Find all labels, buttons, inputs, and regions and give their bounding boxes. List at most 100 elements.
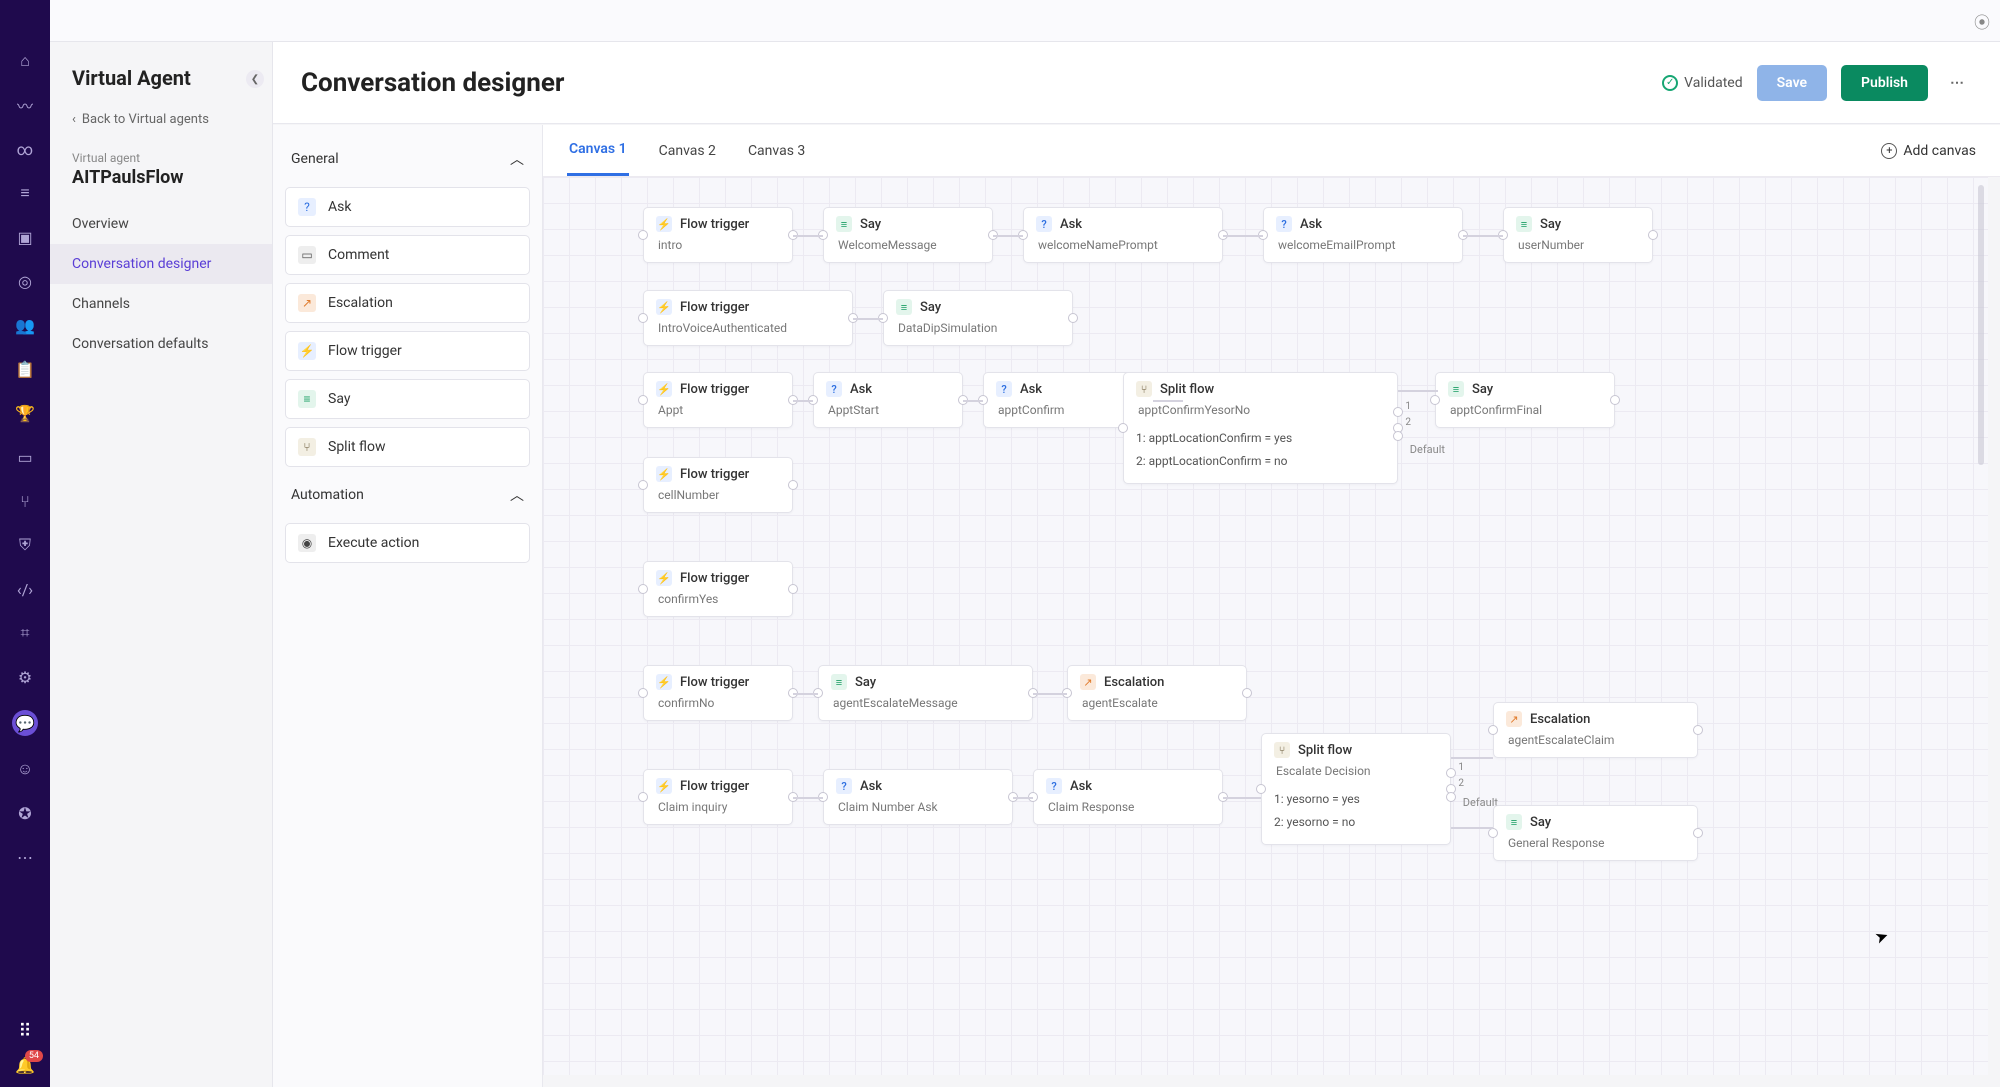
- node-say-welcomemessage[interactable]: ≡ Say WelcomeMessage: [823, 207, 993, 263]
- port-in[interactable]: [1488, 725, 1498, 735]
- tab-canvas-3[interactable]: Canvas 3: [746, 127, 807, 175]
- palette-item-say[interactable]: ≡Say: [285, 379, 530, 419]
- port-in[interactable]: [638, 313, 648, 323]
- node-trigger-claim-inquiry[interactable]: ⚡ Flow trigger Claim inquiry: [643, 769, 793, 825]
- port-in[interactable]: [638, 395, 648, 405]
- port-out[interactable]: [1068, 313, 1078, 323]
- notifications-icon[interactable]: 🔔54: [15, 1056, 35, 1075]
- clipboard-icon[interactable]: 📋: [14, 358, 36, 380]
- publish-button[interactable]: Publish: [1841, 65, 1928, 101]
- node-title: Say: [1530, 815, 1551, 830]
- port-in[interactable]: [638, 792, 648, 802]
- tab-canvas-1[interactable]: Canvas 1: [567, 125, 629, 176]
- ask-icon: ?: [1036, 216, 1052, 232]
- palette-item-execute-action[interactable]: ◉Execute action: [285, 523, 530, 563]
- collapse-sidebar-icon[interactable]: ❮: [246, 70, 264, 88]
- node-subtitle: apptConfirm: [996, 403, 1140, 417]
- port-out-1[interactable]: [1446, 768, 1456, 778]
- bot-icon[interactable]: ☺: [14, 758, 36, 780]
- canvas[interactable]: ⚡ Flow trigger intro ≡ Say WelcomeMessag…: [543, 177, 1988, 1075]
- node-split-escalate-decision[interactable]: ⑂ Split flow Escalate Decision 1: yesorn…: [1261, 733, 1451, 845]
- port-in[interactable]: [638, 230, 648, 240]
- node-trigger-appt[interactable]: ⚡ Flow trigger Appt: [643, 372, 793, 428]
- add-canvas-button[interactable]: + Add canvas: [1881, 143, 1976, 159]
- node-header: ? Ask: [1046, 778, 1210, 794]
- port-out[interactable]: [1693, 828, 1703, 838]
- node-title: Flow trigger: [680, 300, 749, 315]
- node-ask-welcomeemailprompt[interactable]: ? Ask welcomeEmailPrompt: [1263, 207, 1463, 263]
- palette-item-comment[interactable]: ▭Comment: [285, 235, 530, 275]
- canvas-scrollbar[interactable]: [1978, 185, 1984, 465]
- palette-item-split-flow[interactable]: ⑂Split flow: [285, 427, 530, 467]
- people-icon[interactable]: 👥: [14, 314, 36, 336]
- port-in[interactable]: [1118, 423, 1128, 433]
- node-esc-agentescalateclaim[interactable]: ↗ Escalation agentEscalateClaim: [1493, 702, 1698, 758]
- sidebar-item-channels[interactable]: Channels: [50, 284, 272, 324]
- save-button[interactable]: Save: [1757, 65, 1827, 101]
- port-in[interactable]: [1430, 395, 1440, 405]
- sidebar-item-conversation-designer[interactable]: Conversation designer: [50, 244, 272, 284]
- fork-icon[interactable]: ⑂: [14, 490, 36, 512]
- node-say-datadipsimulation[interactable]: ≡ Say DataDipSimulation: [883, 290, 1073, 346]
- node-say-usernumber[interactable]: ≡ Say userNumber: [1503, 207, 1653, 263]
- port-out-2[interactable]: [1446, 792, 1456, 802]
- port-in[interactable]: [638, 480, 648, 490]
- node-ask-claim-number-ask[interactable]: ? Ask Claim Number Ask: [823, 769, 1013, 825]
- sidebar-item-overview[interactable]: Overview: [50, 204, 272, 244]
- port-out[interactable]: [1648, 230, 1658, 240]
- node-split-apptconfirmyesorno[interactable]: ⑂ Split flow apptConfirmYesorNo 1: apptL…: [1123, 372, 1398, 484]
- palette-group-general[interactable]: General︿: [285, 139, 530, 179]
- compass-icon[interactable]: ✪: [14, 802, 36, 824]
- port-out[interactable]: [1610, 395, 1620, 405]
- node-say-general-response[interactable]: ≡ Say General Response: [1493, 805, 1698, 861]
- node-trigger-introvoiceauthenticated[interactable]: ⚡ Flow trigger IntroVoiceAuthenticated: [643, 290, 853, 346]
- node-say-apptconfirmfinal[interactable]: ≡ Say apptConfirmFinal: [1435, 372, 1615, 428]
- bars-icon[interactable]: ≡: [14, 182, 36, 204]
- node-trigger-cellnumber[interactable]: ⚡ Flow trigger cellNumber: [643, 457, 793, 513]
- apps-grid-icon[interactable]: ⠿: [18, 1021, 31, 1042]
- trophy-icon[interactable]: 🏆: [14, 402, 36, 424]
- port-out-1[interactable]: [1393, 407, 1403, 417]
- node-subtitle: IntroVoiceAuthenticated: [656, 321, 840, 335]
- link-icon[interactable]: ∞: [14, 138, 36, 160]
- port-out[interactable]: [1242, 688, 1252, 698]
- shield-icon[interactable]: ⛨: [14, 534, 36, 556]
- node-trigger-confirmyes[interactable]: ⚡ Flow trigger confirmYes: [643, 561, 793, 617]
- sidebar-item-conversation-defaults[interactable]: Conversation defaults: [50, 324, 272, 364]
- port-out[interactable]: [788, 584, 798, 594]
- node-ask-claim-response[interactable]: ? Ask Claim Response: [1033, 769, 1223, 825]
- more-menu-button[interactable]: ⋯: [1942, 69, 1972, 97]
- code-icon[interactable]: ‹/›: [14, 578, 36, 600]
- node-ask-welcomenameprompt[interactable]: ? Ask welcomeNamePrompt: [1023, 207, 1223, 263]
- id-icon[interactable]: ▣: [14, 226, 36, 248]
- node-trigger-intro[interactable]: ⚡ Flow trigger intro: [643, 207, 793, 263]
- palette-item-ask[interactable]: ?Ask: [285, 187, 530, 227]
- tab-canvas-2[interactable]: Canvas 2: [657, 127, 718, 175]
- palette-group-automation[interactable]: Automation︿: [285, 475, 530, 515]
- node-header: ? Ask: [826, 381, 950, 397]
- port-in[interactable]: [638, 584, 648, 594]
- node-trigger-confirmno[interactable]: ⚡ Flow trigger confirmNo: [643, 665, 793, 721]
- port-in[interactable]: [1488, 828, 1498, 838]
- palette-item-flow-trigger[interactable]: ⚡Flow trigger: [285, 331, 530, 371]
- node-ask-apptstart[interactable]: ? Ask ApptStart: [813, 372, 963, 428]
- node-esc-agentescalate[interactable]: ↗ Escalation agentEscalate: [1067, 665, 1247, 721]
- gear-icon[interactable]: ⚙: [14, 666, 36, 688]
- port-in[interactable]: [638, 688, 648, 698]
- node-say-agentescalatemessage[interactable]: ≡ Say agentEscalateMessage: [818, 665, 1033, 721]
- global-clock-icon[interactable]: ⦿: [1974, 9, 1990, 33]
- more-icon[interactable]: ⋯: [14, 846, 36, 868]
- port-out[interactable]: [1693, 725, 1703, 735]
- home-icon[interactable]: ⌂: [14, 50, 36, 72]
- port-out-2[interactable]: [1393, 431, 1403, 441]
- book-icon[interactable]: ▭: [14, 446, 36, 468]
- target-icon[interactable]: ◎: [14, 270, 36, 292]
- palette-item-escalation[interactable]: ↗Escalation: [285, 283, 530, 323]
- back-link[interactable]: ‹ Back to Virtual agents: [50, 106, 272, 133]
- port-in[interactable]: [1256, 784, 1266, 794]
- chat-icon[interactable]: 💬: [12, 710, 38, 736]
- wave-icon[interactable]: 〰: [14, 94, 36, 116]
- port-out[interactable]: [788, 480, 798, 490]
- chip-icon[interactable]: ⌗: [14, 622, 36, 644]
- node-header: ≡ Say: [1506, 814, 1685, 830]
